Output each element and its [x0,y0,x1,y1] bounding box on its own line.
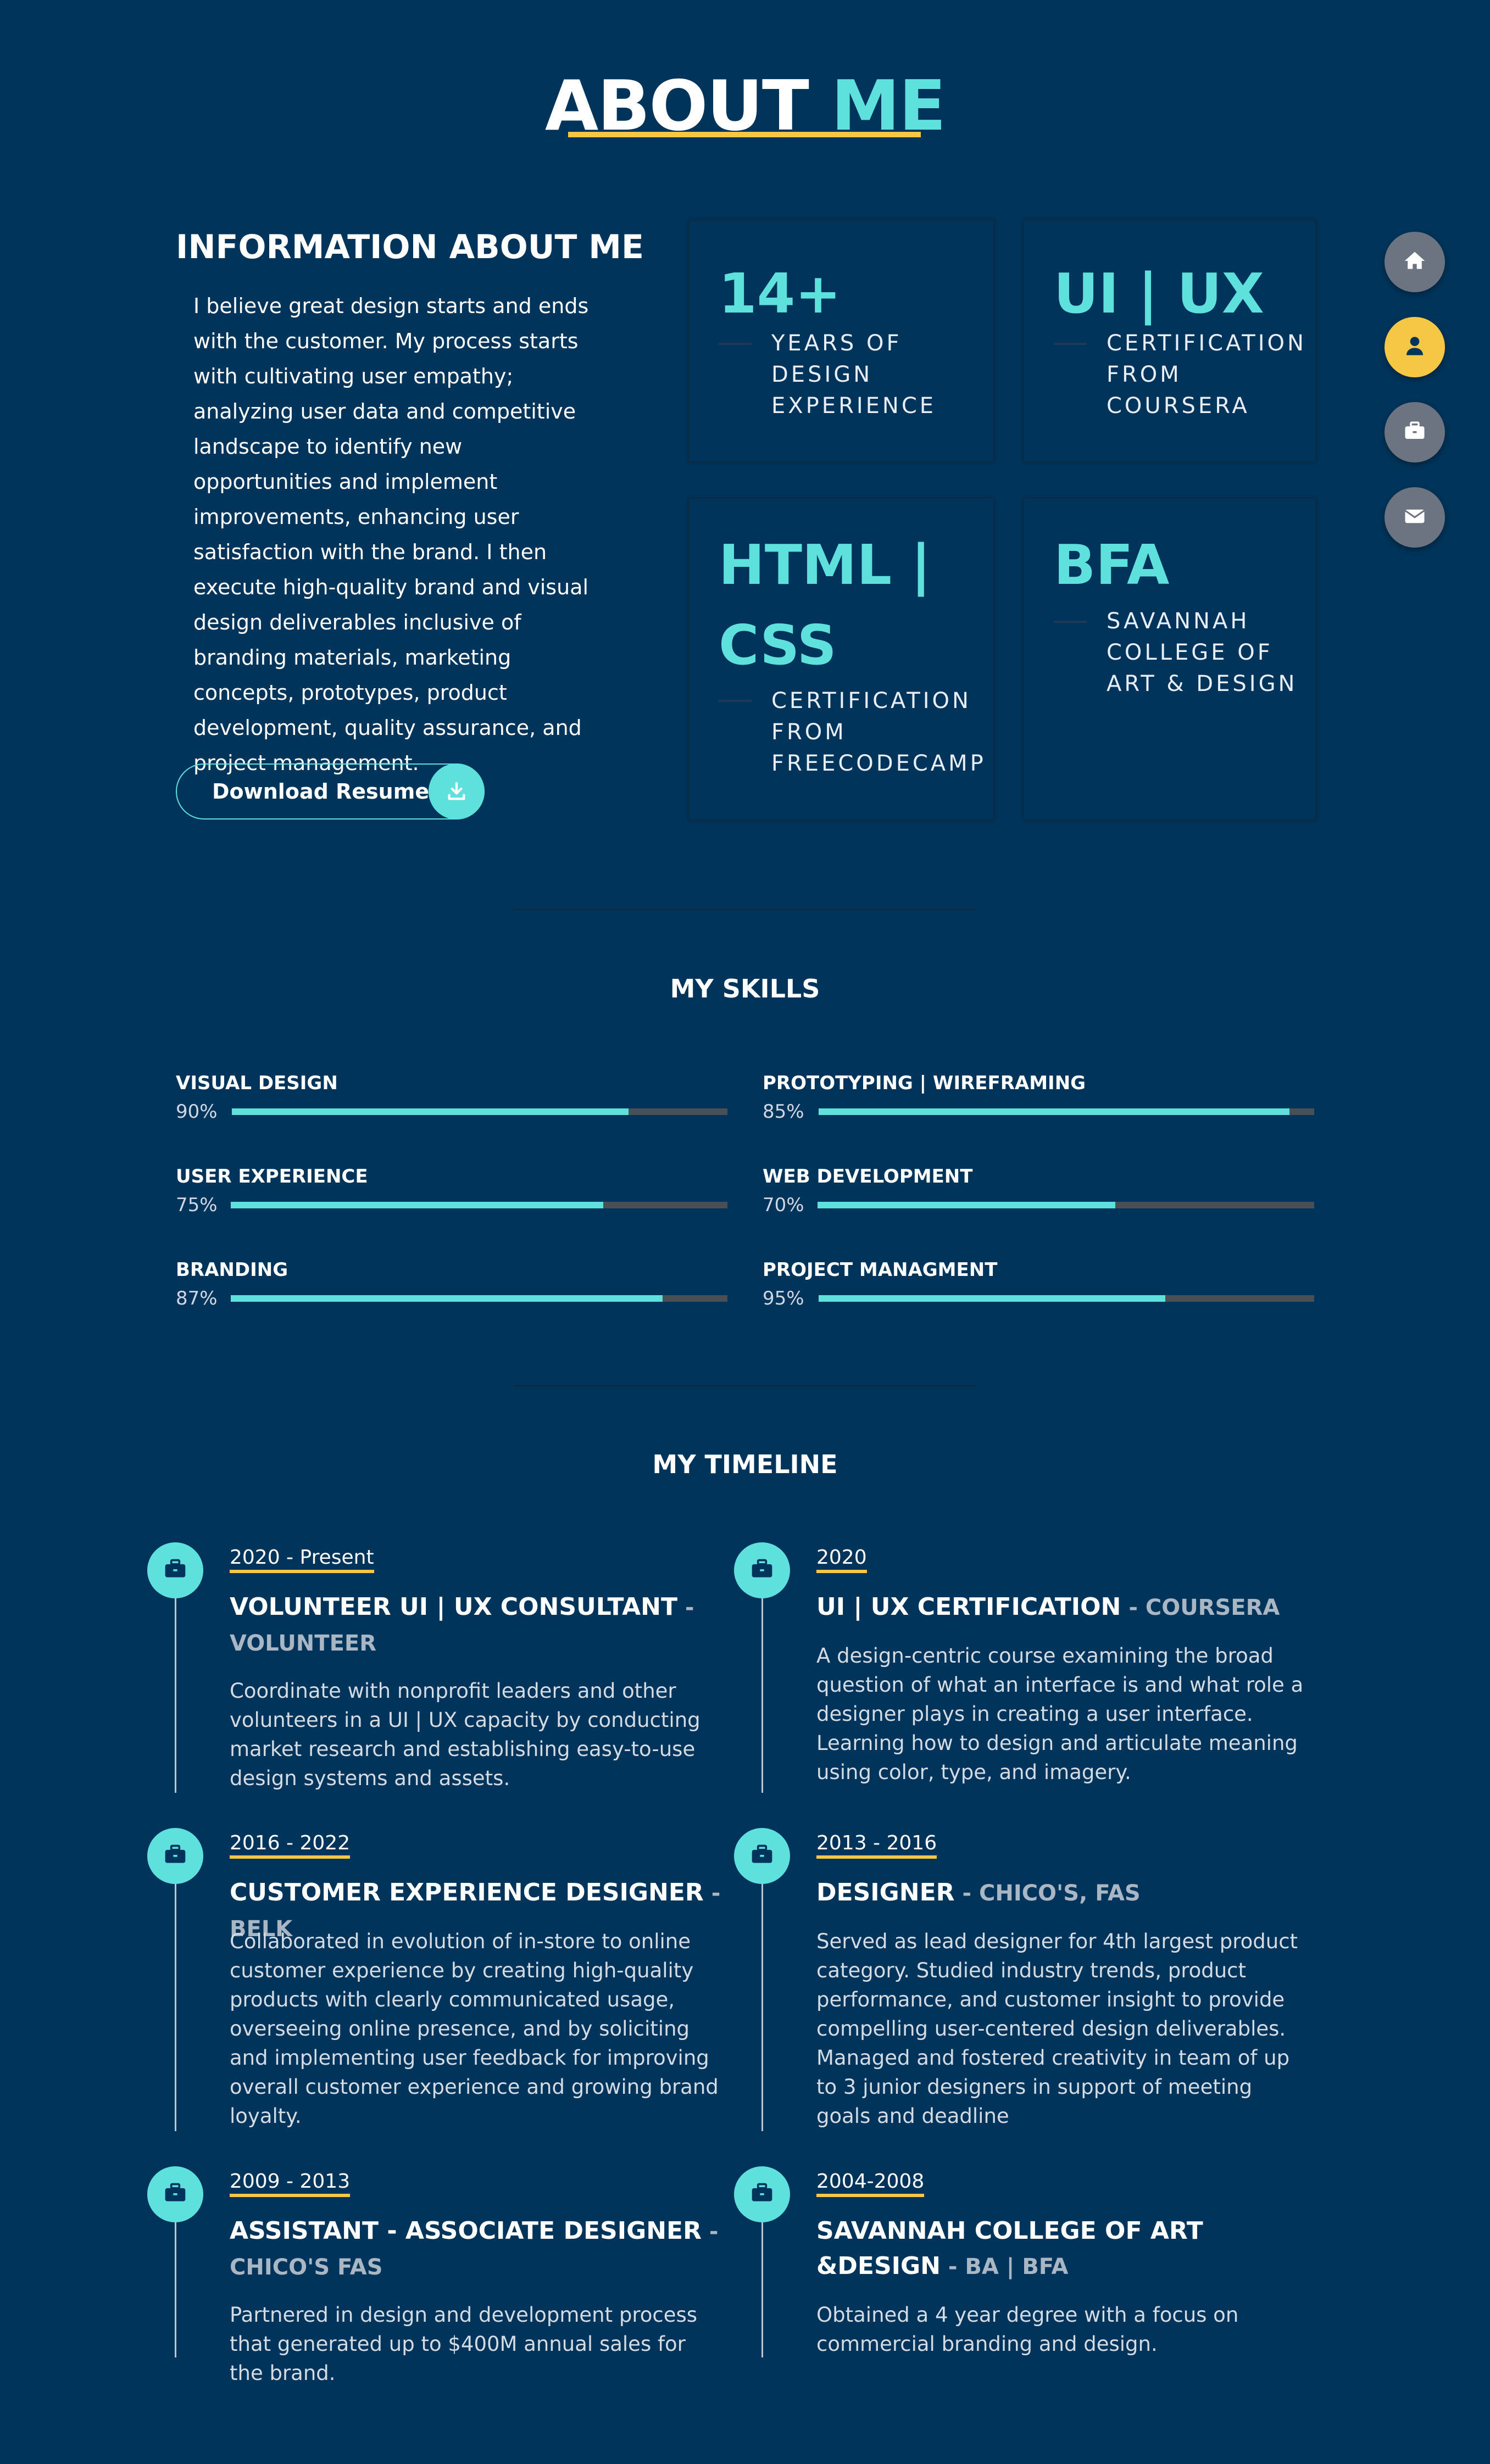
timeline-date: 2013 - 2016 [816,1831,937,1859]
timeline-role: UI | UX CERTIFICATION [816,1593,1121,1621]
title-underline [568,132,921,137]
home-icon [1403,249,1427,275]
skill-name: PROTOTYPING | WIREFRAMING [763,1072,1086,1094]
skill-percent: 95% [763,1287,804,1309]
timeline-marker [147,1542,203,1598]
timeline-marker [147,2166,203,2222]
stat-card-bfa: BFA SAVANNAH COLLEGE OF ART & DESIGN [1023,498,1316,821]
skill-percent: 87% [176,1287,218,1309]
download-icon [429,763,485,820]
skill-bar-fill [819,1108,1289,1115]
stat-card-label: SAVANNAH COLLEGE OF ART & DESIGN [1107,609,1298,696]
skill-name: VISUAL DESIGN [176,1072,338,1094]
skill-name: BRANDING [176,1259,288,1281]
skill-bar [819,1108,1314,1115]
timeline-description: A design-centric course examining the br… [816,1644,1304,1784]
briefcase-icon [750,1843,774,1869]
info-paragraph: I believe great design starts and ends w… [193,294,589,775]
stat-card-dash [719,343,752,345]
briefcase-icon [163,2181,187,2207]
envelope-icon [1403,505,1426,530]
timeline-description: Partnered in design and development proc… [230,2303,698,2385]
timeline-marker [734,1828,790,1884]
timeline-date: 2020 - Present [230,1546,374,1573]
timeline-marker [147,1828,203,1884]
timeline-date: 2004-2008 [816,2170,925,2197]
skill-name: PROJECT MANAGMENT [763,1259,998,1281]
timeline-role: ASSISTANT - ASSOCIATE DESIGNER [230,2217,702,2245]
skill-percent: 85% [763,1101,804,1123]
timeline-date: 2016 - 2022 [230,1831,351,1859]
timeline-org: - COURSERA [1121,1595,1280,1620]
timeline-description: Collaborated in evolution of in-store to… [230,1930,719,2128]
skill-bar [819,1295,1314,1302]
section-divider [514,1385,976,1387]
skill-bar-fill [231,1202,603,1208]
timeline-line [175,1857,176,2131]
stat-card-dash [1054,621,1087,623]
timeline-org: - BA | BFA [940,2254,1069,2279]
timeline-heading: DESIGNER - CHICO'S, FAS [816,1875,1311,1911]
timeline-org: - CHICO'S, FAS [954,1881,1141,1906]
nav-home-button[interactable] [1385,232,1445,292]
timeline-role: DESIGNER [816,1878,955,1906]
briefcase-icon [750,1557,774,1584]
section-divider [514,908,976,910]
skills-title: MY SKILLS [670,974,820,1004]
briefcase-icon [163,1843,187,1869]
stat-card-label: CERTIFICATION FROM FREECODECAMP [771,688,986,776]
stat-card-dash [719,700,752,702]
stat-card-uiux: UI | UX CERTIFICATION FROM COURSERA [1023,220,1316,462]
timeline-heading: ASSISTANT - ASSOCIATE DESIGNER - CHICO'S… [230,2214,724,2285]
stat-card-htmlcss: HTML | CSS CERTIFICATION FROM FREECODECA… [688,498,994,821]
timeline-role: CUSTOMER EXPERIENCE DESIGNER [230,1878,704,1906]
stat-card-dash [1054,343,1087,345]
timeline-line [761,1857,763,2131]
timeline-marker [734,2166,790,2222]
briefcase-icon [1403,420,1426,445]
skill-percent: 75% [176,1194,218,1216]
stat-card-value: UI | UX [1054,261,1264,326]
timeline-description: Served as lead designer for 4th largest … [816,1930,1298,2128]
skill-bar-fill [232,1108,629,1115]
skill-bar [818,1202,1314,1208]
timeline-heading: VOLUNTEER UI | UX CONSULTANT - VOLUNTEER [230,1590,724,1661]
timeline-heading: SAVANNAH COLLEGE OF ART &DESIGN - BA | B… [816,2214,1311,2284]
stat-card-value: HTML | CSS [719,533,931,677]
timeline-marker [734,1542,790,1598]
stat-card-label: YEARS OF DESIGN EXPERIENCE [771,331,937,419]
timeline-description: Obtained a 4 year degree with a focus on… [816,2303,1239,2356]
timeline-date: 2020 [816,1546,867,1573]
stat-card-value: BFA [1054,533,1170,597]
skill-bar [232,1108,727,1115]
download-resume-button[interactable]: Download Resume [176,763,485,820]
info-heading: INFORMATION ABOUT ME [176,228,644,266]
skill-name: USER EXPERIENCE [176,1166,368,1188]
stat-card-experience: 14+ YEARS OF DESIGN EXPERIENCE [688,220,994,462]
nav-about-button[interactable] [1385,317,1445,377]
skill-bar-fill [231,1295,663,1302]
download-resume-label: Download Resume [212,779,430,804]
timeline-description: Coordinate with nonprofit leaders and ot… [230,1679,700,1790]
timeline-line [761,1571,763,1793]
briefcase-icon [163,1557,187,1584]
skill-name: WEB DEVELOPMENT [763,1166,973,1188]
timeline-line [175,1571,176,1793]
user-icon [1404,335,1426,359]
stat-card-value: 14+ [719,261,841,326]
timeline-title: MY TIMELINE [652,1450,838,1479]
stat-card-label: CERTIFICATION FROM COURSERA [1107,331,1306,419]
nav-contact-button[interactable] [1385,487,1445,548]
timeline-date: 2009 - 2013 [230,2170,351,2197]
skill-bar [231,1202,727,1208]
skill-bar-fill [819,1295,1166,1302]
briefcase-icon [750,2181,774,2207]
skill-percent: 90% [176,1101,218,1123]
skill-percent: 70% [763,1194,804,1216]
skill-bar-fill [818,1202,1116,1208]
nav-portfolio-button[interactable] [1385,402,1445,462]
timeline-heading: UI | UX CERTIFICATION - COURSERA [816,1590,1311,1625]
timeline-role: VOLUNTEER UI | UX CONSULTANT [230,1593,677,1621]
skill-bar [231,1295,727,1302]
